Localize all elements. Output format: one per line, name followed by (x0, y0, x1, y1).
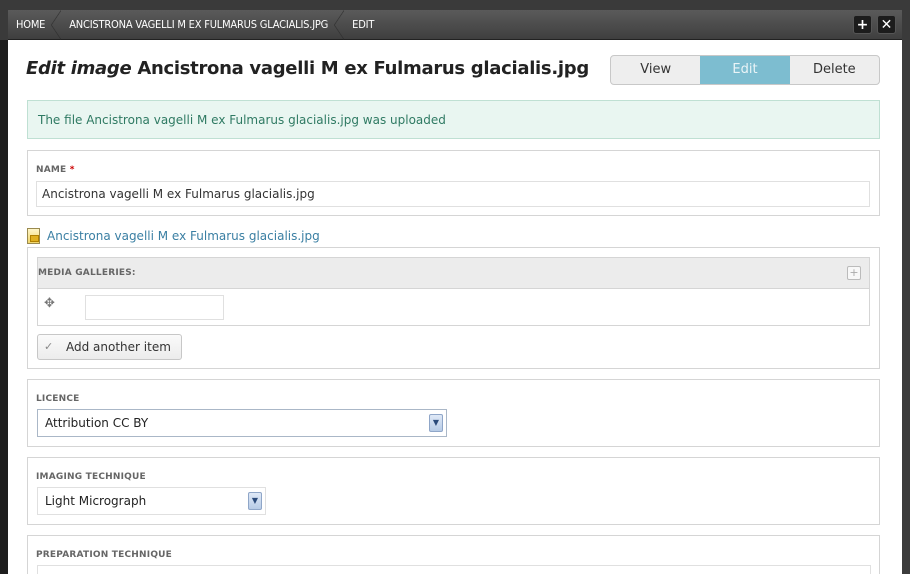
table-row: ✥ (38, 289, 869, 326)
media-galleries-fieldset: Media galleries: + ✥ ✓ Add another item (27, 247, 880, 369)
tab-view[interactable]: View (611, 56, 700, 84)
expand-icon[interactable]: + (847, 266, 861, 280)
licence-fieldset: Licence Attribution CC BY ▼ (27, 379, 880, 447)
breadcrumb-home[interactable]: Home (8, 10, 62, 40)
preparation-technique-label: Preparation technique (36, 550, 173, 560)
page-title-name: Ancistrona vagelli M ex Fulmarus glacial… (137, 58, 589, 79)
imaging-technique-selected-value: Light Micrograph (45, 494, 147, 508)
tab-edit[interactable]: Edit (700, 56, 790, 84)
file-image-icon (27, 228, 40, 244)
imaging-technique-label: Imaging technique (36, 472, 146, 482)
licence-selected-value: Attribution CC BY (45, 416, 149, 430)
primary-tabs: View Edit Delete (610, 55, 880, 85)
media-galleries-table: Media galleries: + ✥ (37, 257, 870, 326)
imaging-technique-select[interactable]: Light Micrograph ▼ (37, 487, 266, 515)
check-icon: ✓ (44, 340, 54, 353)
edit-panel: Edit image Ancistrona vagelli M ex Fulma… (8, 40, 902, 574)
name-label: Name * (36, 165, 75, 175)
close-overlay-button[interactable]: ✕ (877, 15, 896, 34)
preparation-technique-input[interactable] (37, 565, 871, 574)
media-galleries-header: Media galleries: + (38, 258, 869, 289)
media-gallery-input[interactable] (85, 295, 224, 320)
page-title-prefix: Edit image (26, 58, 132, 79)
imaging-technique-fieldset: Imaging technique Light Micrograph ▼ (27, 457, 880, 525)
add-another-item-label: Add another item (66, 340, 171, 354)
overlay-toolbar: Home Ancistrona vagelli M ex Fulmarus gl… (8, 10, 902, 40)
add-shortcut-button[interactable]: + (853, 15, 872, 34)
licence-select[interactable]: Attribution CC BY ▼ (37, 409, 447, 437)
backdrop-right-edge (902, 40, 910, 574)
file-link[interactable]: Ancistrona vagelli M ex Fulmarus glacial… (47, 229, 320, 243)
chevron-down-icon: ▼ (248, 492, 262, 510)
overlay-actions: + ✕ (853, 15, 896, 34)
preparation-technique-fieldset: Preparation technique (27, 535, 880, 574)
name-input[interactable]: Ancistrona vagelli M ex Fulmarus glacial… (36, 181, 870, 207)
drag-handle-icon[interactable]: ✥ (44, 296, 55, 311)
breadcrumb: Home Ancistrona vagelli M ex Fulmarus gl… (8, 10, 902, 40)
required-mark: * (69, 165, 75, 175)
name-label-text: Name (36, 165, 67, 175)
media-galleries-label: Media galleries: (38, 268, 136, 278)
breadcrumb-edit[interactable]: Edit (344, 10, 390, 40)
chevron-down-icon: ▼ (429, 414, 443, 432)
add-another-item-button[interactable]: ✓ Add another item (37, 334, 182, 360)
tab-delete[interactable]: Delete (790, 56, 879, 84)
name-fieldset: Name * Ancistrona vagelli M ex Fulmarus … (27, 150, 880, 216)
backdrop-left-edge (0, 40, 8, 574)
status-message: The file Ancistrona vagelli M ex Fulmaru… (27, 100, 880, 139)
breadcrumb-file[interactable]: Ancistrona vagelli M ex Fulmarus glacial… (61, 10, 345, 40)
licence-label: Licence (36, 394, 80, 404)
file-link-row: Ancistrona vagelli M ex Fulmarus glacial… (27, 226, 320, 246)
